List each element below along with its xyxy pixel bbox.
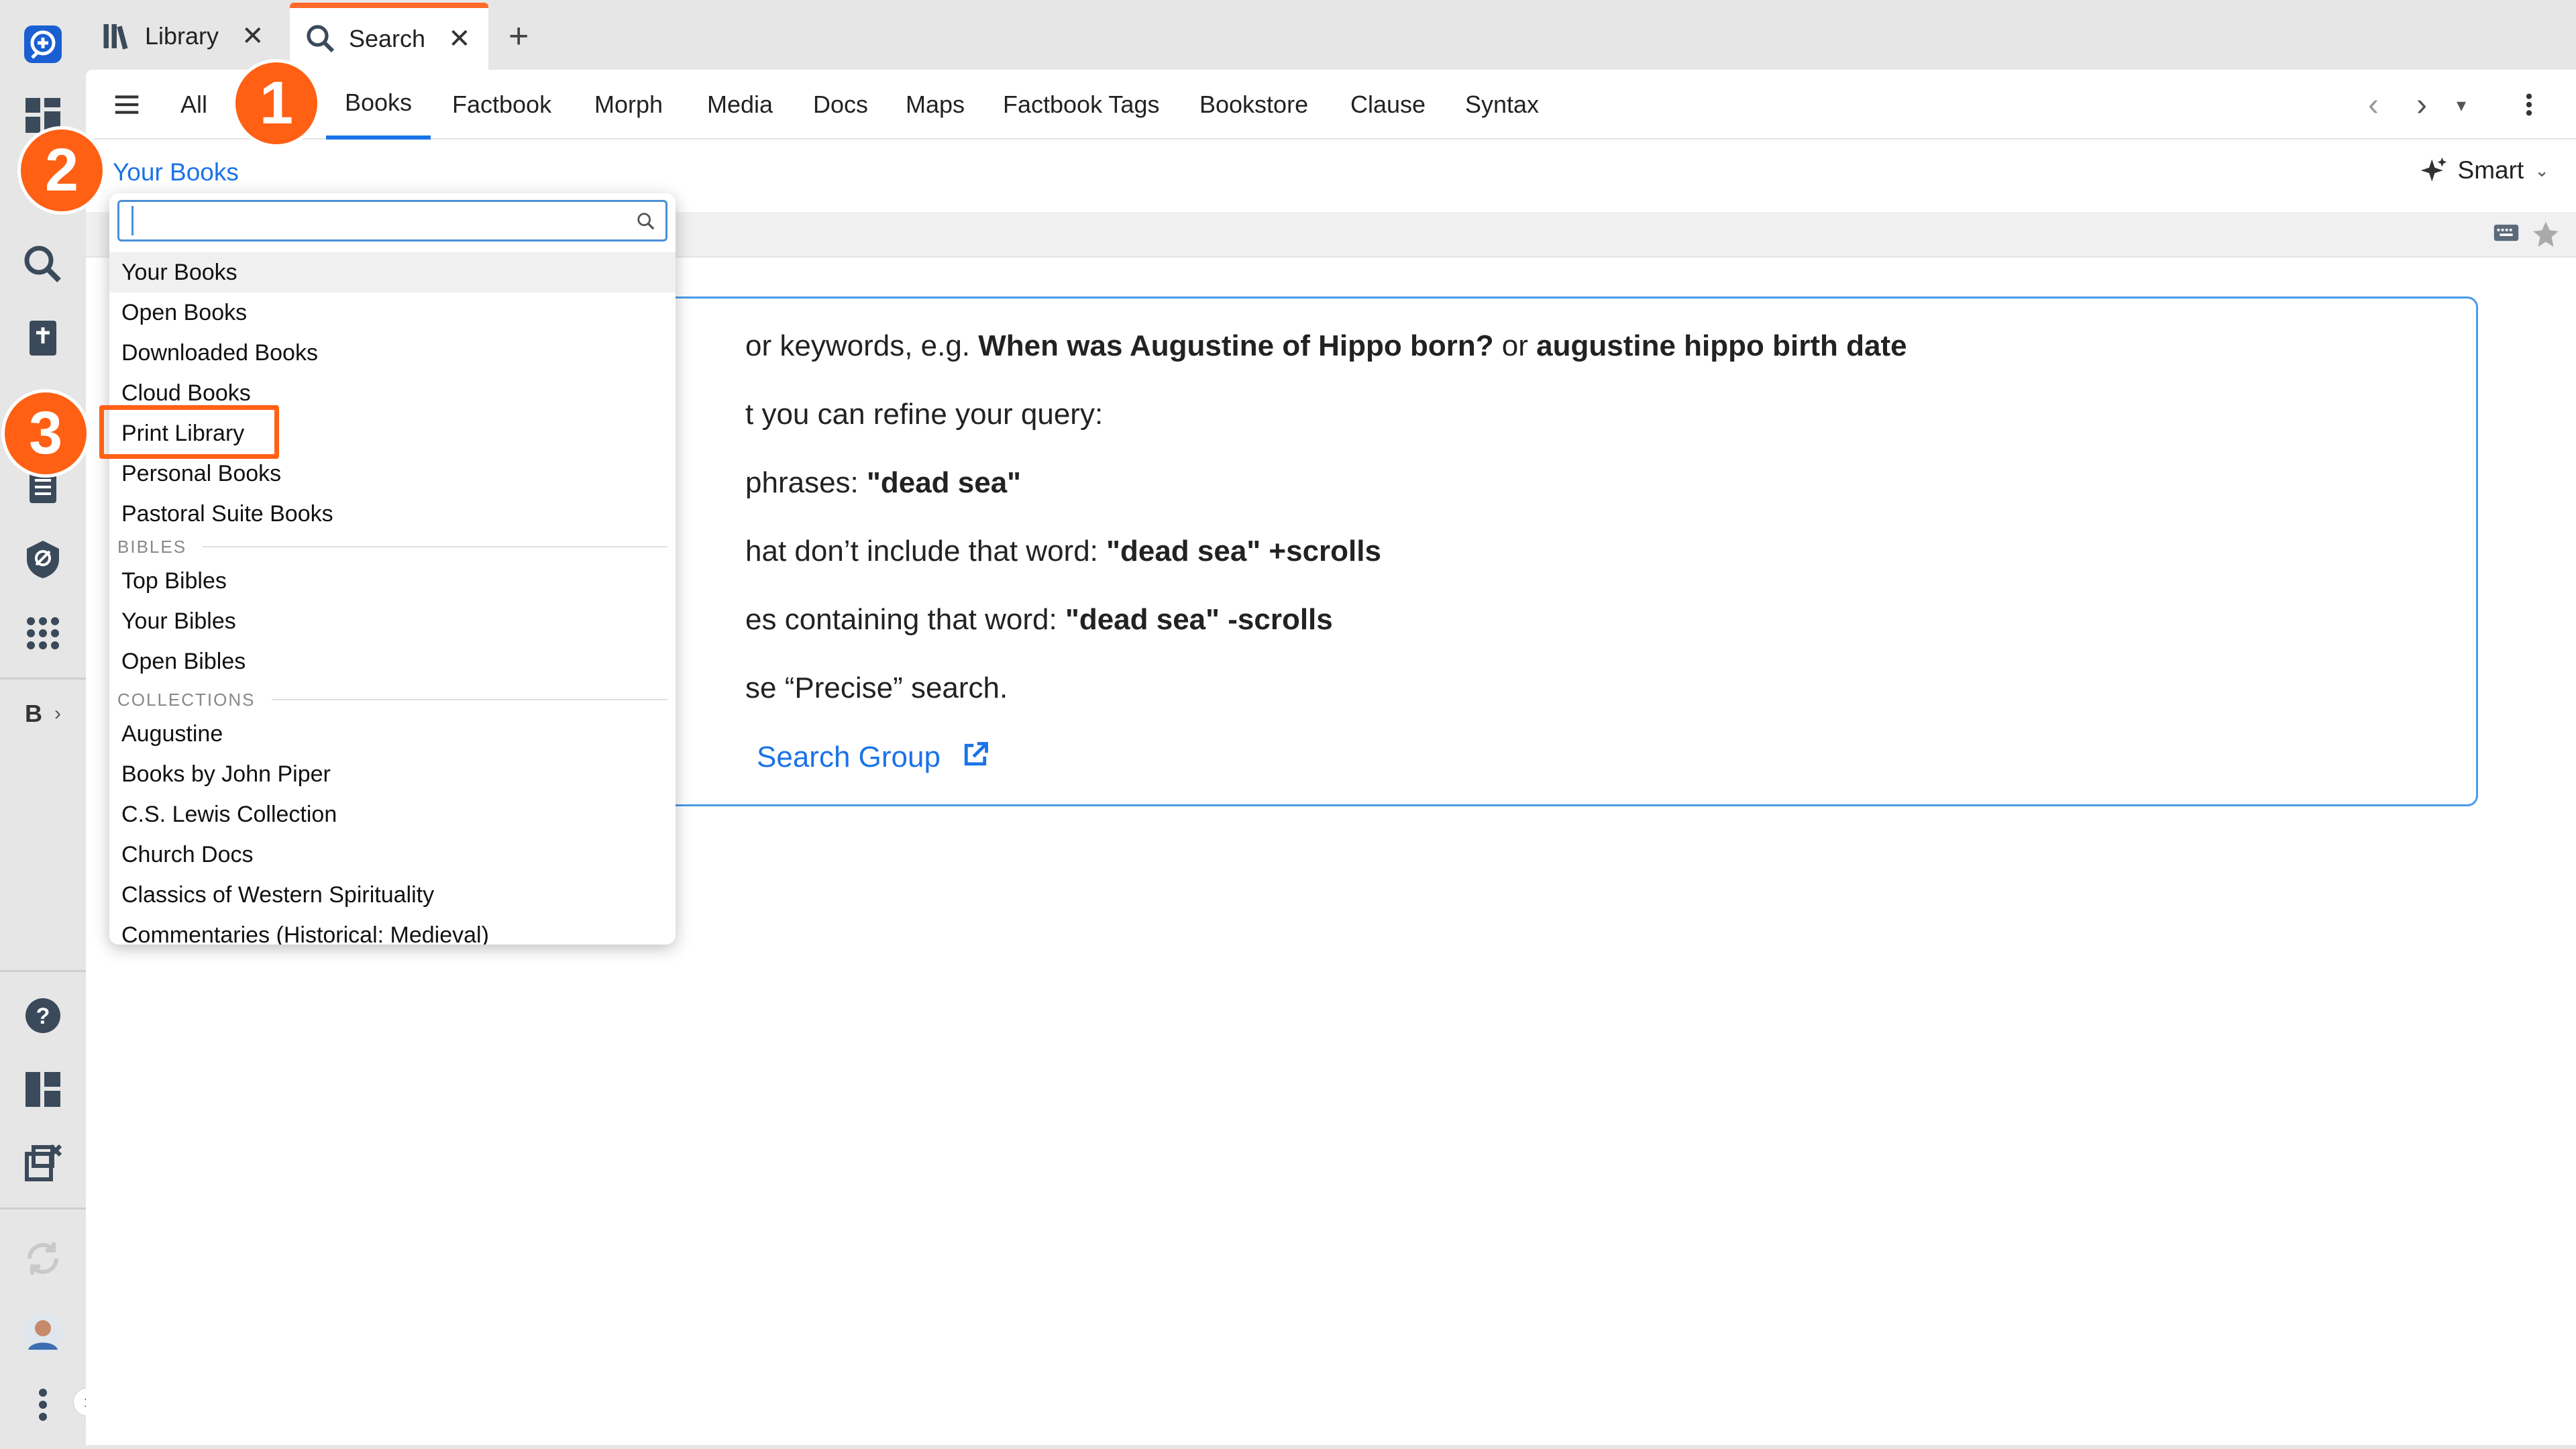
more-vertical-icon[interactable] bbox=[13, 1375, 72, 1434]
help-line-3: phrases: "dead sea" bbox=[745, 466, 1022, 499]
step-badge-1: 1 bbox=[232, 59, 321, 148]
scope-option-collection[interactable]: C.S. Lewis Collection bbox=[109, 794, 676, 835]
chevron-down-icon: ⌄ bbox=[2534, 160, 2549, 180]
scope-option-collection[interactable]: Classics of Western Spirituality bbox=[109, 875, 676, 915]
scope-option-personal-books[interactable]: Personal Books bbox=[109, 453, 676, 494]
help-line-4: hat don’t include that word: "dead sea" … bbox=[745, 535, 1381, 568]
history-dropdown-icon[interactable]: ▾ bbox=[2457, 70, 2466, 140]
rail-divider bbox=[0, 1208, 86, 1210]
hamburger-menu-icon[interactable] bbox=[111, 70, 152, 140]
subtab-bookstore[interactable]: Bookstore bbox=[1199, 70, 1308, 140]
search-icon bbox=[637, 213, 655, 230]
scope-option-collection[interactable]: Augustine bbox=[109, 714, 676, 754]
subtab-factbook-tags[interactable]: Factbook Tags bbox=[1003, 70, 1159, 140]
print-library-highlight bbox=[99, 405, 279, 459]
section-header-bibles: BIBLES bbox=[117, 537, 667, 557]
search-icon bbox=[307, 25, 335, 53]
subtab-factbook[interactable]: Factbook bbox=[452, 70, 551, 140]
sparkle-icon bbox=[2420, 157, 2447, 182]
help-line-1: or keywords, e.g. When was Augustine of … bbox=[745, 329, 1907, 362]
scope-option-pastoral-suite-books[interactable]: Pastoral Suite Books bbox=[109, 494, 676, 534]
tab-strip: Library ✕ Search ✕ + bbox=[86, 0, 2576, 70]
avatar[interactable] bbox=[13, 1304, 72, 1363]
section-header-collections: COLLECTIONS bbox=[117, 690, 667, 710]
panel-menu-icon[interactable] bbox=[2514, 70, 2544, 140]
help-line-5: es containing that word: "dead sea" -scr… bbox=[745, 603, 1333, 636]
rail-b-label: B bbox=[25, 700, 42, 727]
help-line-6: se “Precise” search. bbox=[745, 672, 1008, 704]
shield-icon[interactable] bbox=[13, 530, 72, 589]
smart-mode-selector[interactable]: Smart ⌄ bbox=[2419, 156, 2549, 185]
scope-option-collection[interactable]: Books by John Piper bbox=[109, 754, 676, 794]
subtab-syntax[interactable]: Syntax bbox=[1465, 70, 1539, 140]
tab-search-label: Search bbox=[349, 25, 426, 52]
smart-label: Smart bbox=[2457, 156, 2524, 184]
external-link-icon bbox=[965, 742, 989, 766]
scope-option-collection[interactable]: Commentaries (Historical: Medieval) bbox=[109, 915, 676, 945]
left-rail: B › ? › bbox=[0, 0, 102, 1449]
scope-dropdown: Your Books Open Books Downloaded Books C… bbox=[109, 193, 676, 945]
scope-option-open-books[interactable]: Open Books bbox=[109, 292, 676, 333]
close-panels-icon[interactable] bbox=[13, 1134, 72, 1193]
close-icon[interactable]: ✕ bbox=[241, 21, 264, 52]
rail-b-button[interactable]: B › bbox=[13, 684, 72, 743]
back-icon[interactable]: ‹ bbox=[2368, 70, 2379, 140]
logos-app-icon[interactable] bbox=[13, 15, 72, 74]
scope-option-your-books[interactable]: Your Books bbox=[109, 252, 676, 292]
scope-option-open-bibles[interactable]: Open Bibles bbox=[109, 641, 676, 682]
step-badge-3: 3 bbox=[1, 389, 90, 478]
search-kind-tabs: All Books Factbook Morph Media Docs Maps… bbox=[86, 70, 2576, 140]
tab-library-label: Library bbox=[145, 22, 219, 50]
scope-option-collection[interactable]: Church Docs bbox=[109, 835, 676, 875]
subtab-morph[interactable]: Morph bbox=[594, 70, 663, 140]
chevron-right-icon: › bbox=[54, 702, 61, 724]
bible-icon[interactable] bbox=[13, 309, 72, 368]
subtab-media[interactable]: Media bbox=[707, 70, 773, 140]
rail-divider bbox=[0, 678, 86, 680]
layouts-icon[interactable] bbox=[13, 1060, 72, 1119]
help-icon[interactable]: ? bbox=[13, 986, 72, 1045]
subtab-all[interactable]: All bbox=[180, 70, 207, 140]
subtab-docs[interactable]: Docs bbox=[813, 70, 868, 140]
library-icon bbox=[103, 24, 128, 50]
tab-search[interactable]: Search ✕ bbox=[290, 3, 488, 70]
forward-icon[interactable]: › bbox=[2416, 70, 2427, 140]
add-tab-button[interactable]: + bbox=[508, 3, 529, 70]
apps-grid-icon[interactable] bbox=[13, 604, 72, 663]
subtab-books[interactable]: Books bbox=[326, 70, 431, 140]
keyboard-icon[interactable] bbox=[2493, 221, 2520, 246]
help-line-2: t you can refine your query: bbox=[745, 398, 1104, 431]
scope-option-your-bibles[interactable]: Your Bibles bbox=[109, 601, 676, 641]
svg-text:?: ? bbox=[36, 1004, 50, 1029]
close-icon[interactable]: ✕ bbox=[448, 23, 471, 54]
subtab-clause[interactable]: Clause bbox=[1350, 70, 1426, 140]
step-badge-2: 2 bbox=[17, 126, 106, 215]
scope-option-top-bibles[interactable]: Top Bibles bbox=[109, 561, 676, 601]
tab-library[interactable]: Library ✕ bbox=[101, 3, 288, 70]
search-icon[interactable] bbox=[13, 235, 72, 294]
scope-option-downloaded-books[interactable]: Downloaded Books bbox=[109, 333, 676, 373]
search-group-link[interactable]: Search Group bbox=[757, 740, 990, 774]
scope-search-field[interactable] bbox=[117, 200, 667, 241]
scope-search-input[interactable] bbox=[131, 206, 601, 235]
scope-selector[interactable]: Your Books bbox=[113, 158, 239, 186]
rail-divider bbox=[0, 970, 86, 972]
star-icon[interactable] bbox=[2530, 219, 2564, 251]
sync-icon[interactable] bbox=[13, 1229, 72, 1288]
subtab-maps[interactable]: Maps bbox=[906, 70, 965, 140]
